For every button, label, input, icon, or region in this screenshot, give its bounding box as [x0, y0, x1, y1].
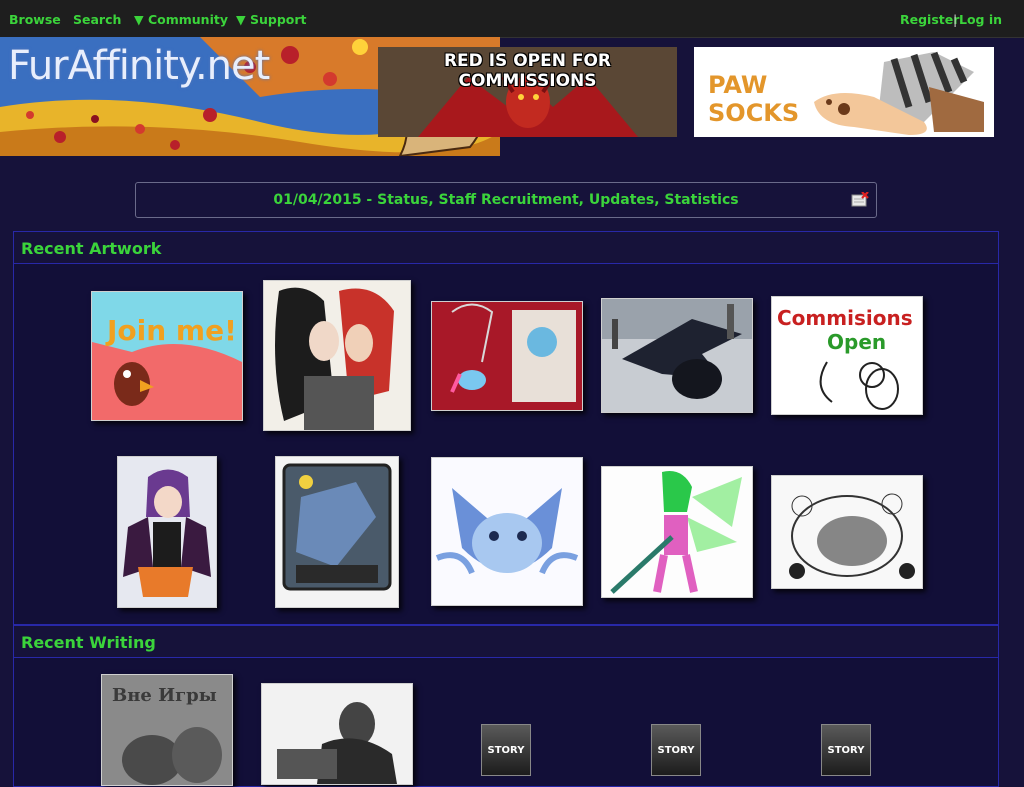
close-news-icon[interactable]	[851, 192, 869, 207]
artwork-thumbnail[interactable]	[117, 456, 217, 608]
artwork-thumbnail[interactable]	[263, 280, 411, 431]
card-artwork	[276, 457, 398, 607]
artwork-thumbnail[interactable]	[601, 466, 753, 598]
nav-search-link[interactable]: Search	[73, 12, 121, 27]
news-announcement-bar[interactable]: 01/04/2015 - Status, Staff Recruitment, …	[135, 182, 877, 218]
book-cover-artwork: Вне Игры	[102, 675, 232, 785]
commissions-banner-text: RED IS OPEN FOR COMMISSIONS	[443, 51, 612, 91]
recent-artwork-header: Recent Artwork	[14, 232, 998, 264]
paw-socks-line1: PAW	[708, 71, 768, 99]
commissions-line2-text: Open	[827, 330, 886, 354]
recent-writing-header: Recent Writing	[14, 626, 998, 658]
recent-writing-title: Recent Writing	[21, 633, 156, 652]
commissions-banner-ad[interactable]: RED IS OPEN FOR COMMISSIONS	[378, 47, 677, 137]
nav-separator: |	[953, 12, 958, 27]
join-me-artwork: Join me!	[92, 292, 242, 420]
book-title-text: Вне Игры	[112, 685, 217, 706]
artwork-thumbnail[interactable]: Join me!	[91, 291, 243, 421]
succubus-artwork	[118, 457, 216, 607]
paw-socks-text: PAW SOCKS	[708, 71, 799, 127]
artwork-thumbnail[interactable]	[771, 475, 923, 589]
story-icon[interactable]: STORY	[481, 724, 531, 776]
top-navigation-bar: Browse Search ▼ Community ▼ Support Regi…	[0, 0, 1024, 38]
artwork-thumbnail[interactable]: Commisions Open	[771, 296, 923, 415]
nav-community-menu[interactable]: ▼ Community	[134, 12, 228, 27]
logo-text: FurAffinity.net	[8, 43, 270, 89]
login-link[interactable]: Log in	[959, 12, 1002, 27]
news-headline[interactable]: 01/04/2015 - Status, Staff Recruitment, …	[136, 192, 876, 208]
typewriter-sketch-artwork	[262, 684, 412, 784]
recent-artwork-section: Recent Artwork Join me! Commisions Open	[13, 231, 999, 625]
story-icon[interactable]: STORY	[821, 724, 871, 776]
commissions-line1-text: Commisions	[777, 306, 913, 330]
register-link[interactable]: Register	[900, 12, 959, 27]
writing-thumbnail[interactable]: Вне Игры	[101, 674, 233, 786]
nav-browse-link[interactable]: Browse	[9, 12, 61, 27]
pony-charm-photo	[432, 302, 582, 410]
recent-artwork-title: Recent Artwork	[21, 239, 162, 258]
nav-support-menu[interactable]: ▼ Support	[236, 12, 307, 27]
paw-socks-banner-ad[interactable]: PAW SOCKS	[694, 47, 994, 137]
artwork-thumbnail[interactable]	[601, 298, 753, 413]
dragon-cosplay-photo	[602, 299, 752, 412]
story-label: STORY	[487, 745, 525, 756]
artwork-thumbnail[interactable]	[431, 457, 583, 606]
story-icon[interactable]: STORY	[651, 724, 701, 776]
writing-thumbnail[interactable]	[261, 683, 413, 785]
blue-fox-artwork	[432, 458, 582, 605]
artwork-thumbnail[interactable]	[431, 301, 583, 411]
story-label: STORY	[827, 745, 865, 756]
commissions-open-artwork: Commisions Open	[772, 297, 922, 414]
artwork-thumbnail[interactable]	[275, 456, 399, 608]
recent-writing-section: Recent Writing Вне Игры STORY STORY STOR…	[13, 625, 999, 787]
sketch-artwork	[772, 476, 922, 588]
couple-artwork	[264, 281, 410, 430]
join-me-text: Join me!	[105, 314, 237, 347]
story-label: STORY	[657, 745, 695, 756]
green-fairy-artwork	[602, 467, 752, 597]
paw-socks-line2: SOCKS	[708, 99, 800, 127]
